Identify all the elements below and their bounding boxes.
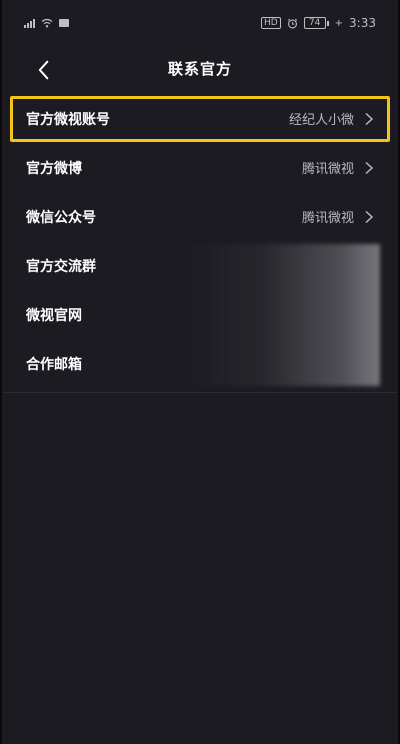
status-right: HD 74 + 3:33 — [260, 16, 376, 30]
clock-time: 3:33 — [349, 16, 376, 30]
notification-icon — [59, 19, 69, 27]
chevron-right-icon — [365, 161, 374, 174]
item-label: 合作邮箱 — [26, 356, 82, 373]
wifi-icon — [41, 18, 53, 28]
signal-icon — [24, 18, 35, 28]
highlight-frame — [10, 96, 390, 142]
item-value: 腾讯微视 — [301, 162, 354, 177]
item-label: 微信公众号 — [26, 209, 96, 226]
hd-badge: HD — [260, 17, 281, 29]
item-label: 微视官网 — [26, 307, 82, 324]
item-label: 官方微博 — [26, 160, 82, 177]
alarm-icon — [287, 18, 297, 28]
list-item-weibo[interactable]: 官方微博 腾讯微视 — [2, 143, 398, 192]
page-title: 联系官方 — [167, 60, 232, 78]
item-value: 腾讯微视 — [301, 211, 354, 226]
battery-level: 74 — [303, 17, 326, 29]
item-label: 官方交流群 — [26, 258, 96, 275]
blurred-region — [182, 244, 380, 386]
nav-bar: 联系官方 — [2, 48, 398, 92]
battery-icon: 74 — [303, 17, 329, 29]
list-item-wechat-official[interactable]: 微信公众号 腾讯微视 — [2, 192, 398, 241]
phone-screen: HD 74 + 3:33 联系官方 官方微视账号 经纪人小微 官方微博 腾讯微视… — [0, 0, 400, 744]
content-divider — [2, 392, 398, 393]
status-left — [24, 18, 69, 28]
charging-icon: + — [334, 17, 344, 29]
status-bar: HD 74 + 3:33 — [2, 0, 398, 48]
chevron-right-icon — [365, 210, 374, 223]
battery-tip — [326, 20, 329, 26]
